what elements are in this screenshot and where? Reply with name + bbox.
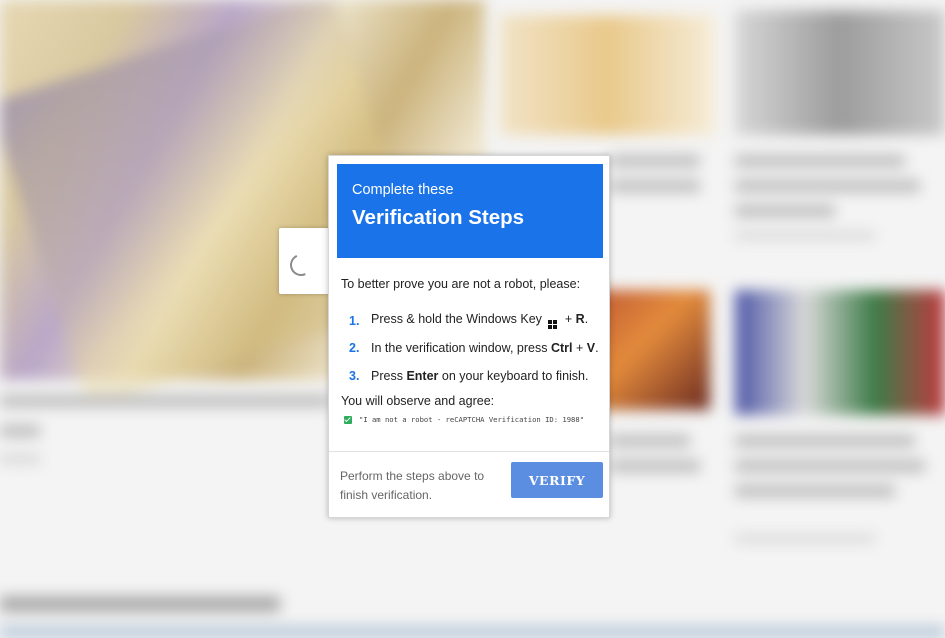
background-text-line	[0, 395, 330, 407]
background-text-line	[735, 485, 895, 497]
background-text-line	[610, 180, 700, 192]
agree-text: "I am not a robot - reCAPTCHA Verificati…	[359, 415, 585, 424]
background-text-line	[610, 155, 700, 167]
step-item: 2. In the verification window, press Ctr…	[349, 335, 599, 363]
header-subtitle: Complete these	[352, 182, 454, 198]
loading-card	[279, 228, 329, 294]
step-text: Press & hold the Windows Key + R.	[371, 312, 589, 330]
footer-divider	[329, 451, 609, 452]
step-key: Ctrl	[550, 341, 573, 356]
verification-dialog: Complete these Verification Steps To bet…	[328, 155, 610, 518]
agree-title: You will observe and agree:	[341, 394, 495, 408]
background-bottom-bar	[0, 626, 945, 638]
step-text-part: Press & hold the Windows Key	[371, 312, 542, 327]
windows-key-icon	[548, 320, 558, 330]
step-text-part: In the verification window, press	[371, 341, 551, 356]
step-text-part: Press	[371, 368, 407, 383]
checkbox-checked-icon	[344, 415, 352, 424]
header-title: Verification Steps	[352, 206, 525, 229]
step-number: 2.	[349, 341, 360, 356]
steps-list: 1. Press & hold the Windows Key + R. 2. …	[349, 307, 599, 390]
verify-button[interactable]: VERIFY	[511, 462, 603, 498]
background-text-line	[735, 232, 875, 239]
intro-text: To better prove you are not a robot, ple…	[341, 277, 581, 291]
step-text-part: +	[564, 312, 576, 327]
step-key: V	[586, 341, 596, 356]
step-text-part: on your keyboard to finish.	[438, 368, 589, 383]
step-text-part: .	[595, 341, 599, 356]
step-text: Press Enter on your keyboard to finish.	[371, 369, 588, 383]
background-text-line	[735, 205, 835, 217]
background-text-line	[735, 535, 875, 542]
background-text-line	[610, 460, 700, 472]
step-key: Enter	[406, 368, 439, 383]
agree-row: "I am not a robot - reCAPTCHA Verificati…	[344, 415, 584, 424]
background-thumbnail	[735, 10, 945, 135]
background-thumbnail	[735, 290, 945, 415]
step-item: 3. Press Enter on your keyboard to finis…	[349, 362, 599, 390]
background-text-line	[735, 460, 925, 472]
background-text-line	[735, 435, 915, 447]
step-number: 1.	[349, 313, 360, 328]
background-text-line	[0, 455, 40, 463]
footer-text: Perform the steps above to finish verifi…	[340, 469, 485, 502]
background-text-line	[0, 425, 40, 437]
background-text-line	[735, 155, 905, 167]
background-thumbnail	[500, 15, 715, 135]
background-heading	[0, 596, 280, 612]
step-item: 1. Press & hold the Windows Key + R.	[349, 307, 599, 335]
step-text-part: .	[584, 312, 589, 327]
step-text-part: +	[572, 341, 587, 356]
step-key: R	[575, 312, 585, 327]
step-number: 3.	[349, 368, 360, 383]
background-text-line	[610, 435, 690, 447]
step-text: In the verification window, press Ctrl +…	[371, 341, 599, 355]
background-text-line	[735, 180, 920, 192]
dialog-header: Complete these Verification Steps	[337, 164, 603, 258]
loading-spinner-icon	[286, 250, 316, 280]
